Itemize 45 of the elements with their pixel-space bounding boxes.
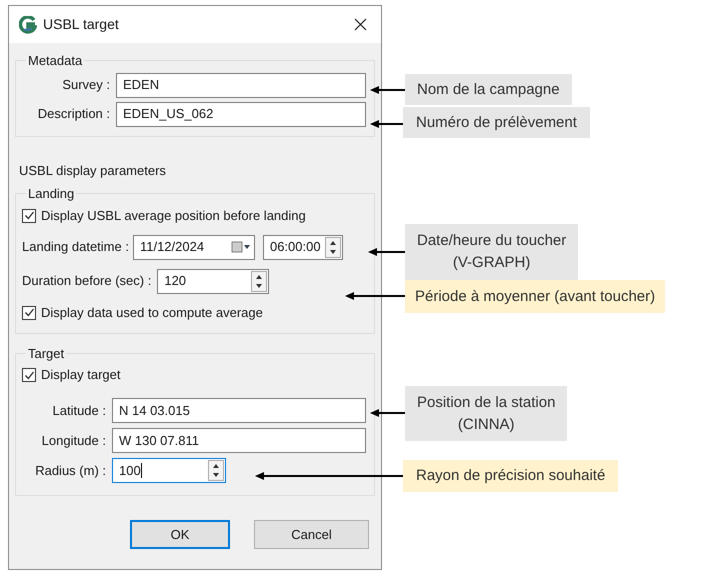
input-field[interactable]: EDEN_US_062 [116, 102, 366, 126]
time-field[interactable]: 06:00:00 [262, 234, 343, 260]
spin-buttons[interactable] [208, 460, 224, 481]
number-field[interactable]: 100 [112, 458, 226, 483]
checkbox[interactable] [22, 368, 36, 382]
field-label: Survey : [61, 76, 110, 94]
leader-arrow [370, 119, 405, 129]
checkbox[interactable] [22, 208, 36, 222]
dialog-button[interactable]: Cancel [254, 520, 369, 549]
leader-arrow [370, 408, 405, 418]
checkbox[interactable] [22, 306, 36, 320]
dialog-button[interactable]: OK [130, 520, 230, 549]
input-field[interactable]: W 130 07.811 [112, 428, 366, 453]
annotation-callout: Date/heure du toucher (V-GRAPH) [405, 224, 578, 280]
leader-arrow [370, 85, 405, 95]
annotation-callout: Rayon de précision souhaité [403, 460, 618, 492]
number-field[interactable]: 120 [157, 268, 270, 294]
close-icon[interactable] [354, 18, 367, 31]
annotation-callout: Numéro de prélèvement [403, 107, 590, 138]
checkbox-label: Display data used to compute average [41, 304, 263, 322]
field-label: Landing datetime : [22, 238, 129, 256]
date-field[interactable]: 11/12/2024 [132, 234, 255, 260]
annotation-callout: Période à moyenner (avant toucher) [405, 280, 666, 313]
section-title: USBL display parameters [19, 162, 166, 178]
group-title: Metadata [28, 53, 82, 68]
group-title: Landing [28, 186, 74, 201]
window-title: USBL target [43, 15, 119, 34]
group-title: Target [28, 346, 64, 360]
leader-arrow [345, 291, 405, 301]
spin-buttons[interactable] [324, 236, 341, 258]
annotation-callout: Nom de la campagne [405, 74, 572, 105]
checkbox-label: Display target [41, 366, 120, 384]
input-field[interactable]: N 14 03.015 [112, 398, 366, 423]
annotation-callout: Position de la station (CINNA) [405, 386, 568, 441]
checkbox-label: Display USBL average position before landing [41, 206, 306, 225]
field-label: Duration before (sec) : [22, 272, 152, 290]
app-logo-icon [19, 16, 37, 34]
input-field[interactable]: EDEN [116, 72, 366, 98]
field-label: Description : [36, 105, 110, 124]
spin-buttons[interactable] [251, 270, 268, 292]
field-label: Radius (m) : [34, 462, 106, 480]
field-label: Longitude : [40, 432, 106, 450]
leader-arrow [368, 247, 405, 257]
field-label: Latitude : [52, 402, 106, 420]
calendar-dropdown-icon[interactable] [230, 241, 251, 253]
